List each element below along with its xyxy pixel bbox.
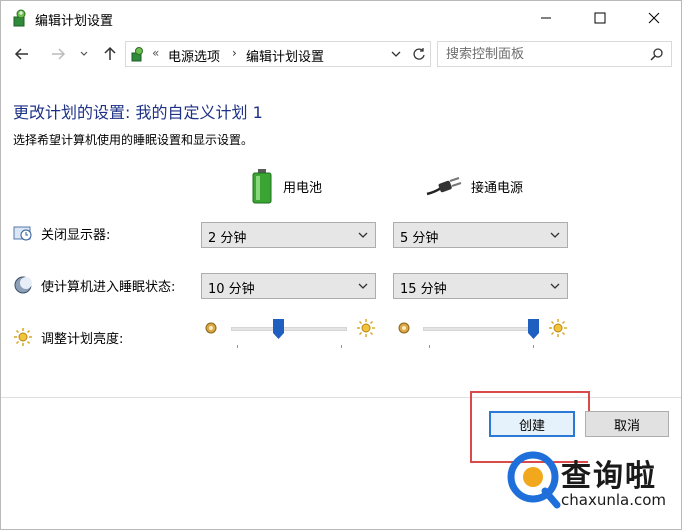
title-bar: 编辑计划设置 [1,1,681,35]
slider-tick [341,345,342,348]
column-plugged-in-label: 接通电源 [471,180,524,196]
slider-tick [237,345,238,348]
brightness-battery-slider[interactable] [231,319,347,351]
brightness-row-label: 调整计划亮度: [13,327,123,347]
close-icon [648,12,660,24]
battery-icon [252,169,272,204]
chevron-down-icon [358,283,368,289]
display-off-ac-select[interactable]: 5 分钟 [393,222,568,248]
sleep-ac-value: 15 分钟 [400,282,447,297]
power-plan-icon [13,9,26,27]
column-plugged-in: 接通电源 [425,167,523,205]
brightness-ac-thumb[interactable] [528,319,539,339]
moon-icon [14,276,32,294]
chevron-down-icon [550,232,560,238]
slider-tick [533,345,534,348]
forward-button[interactable] [47,43,69,65]
sleep-ac-select[interactable]: 15 分钟 [393,273,568,299]
power-options-icon [131,47,143,62]
search-box[interactable] [437,41,672,67]
chevron-down-icon [358,232,368,238]
chevron-down-icon [550,283,560,289]
minimize-button[interactable] [523,1,569,35]
breadcrumb-separator[interactable]: › [232,46,237,60]
brightness-battery-thumb[interactable] [273,319,284,339]
back-button[interactable] [11,43,33,65]
brightness-low-icon [398,322,410,334]
watermark-url: chaxunla.com [561,491,666,509]
search-input[interactable] [446,45,636,63]
breadcrumb-power-options[interactable]: 电源选项 [168,46,220,65]
watermark-text: 查询啦 [561,459,657,494]
breadcrumb-edit-plan[interactable]: 编辑计划设置 [246,46,324,65]
recent-locations-button[interactable] [77,43,91,65]
page-title: 更改计划的设置: 我的自定义计划 1 [13,103,263,122]
sleep-row-label: 使计算机进入睡眠状态: [13,275,175,295]
display-clock-icon [13,226,32,241]
column-battery-label: 用电池 [283,180,323,196]
chevron-down-icon [391,51,401,57]
arrow-left-icon [14,48,28,60]
navigation-bar: « 电源选项 › 编辑计划设置 [1,39,681,69]
address-bar[interactable]: « 电源选项 › 编辑计划设置 [125,41,431,67]
watermark: 查询啦 chaxunla.com [501,445,681,529]
column-battery: 用电池 [249,167,322,205]
breadcrumb-overflow[interactable]: « [152,46,159,60]
brightness-label: 调整计划亮度: [41,331,124,347]
brightness-high-icon [357,319,375,337]
brightness-high-icon [549,319,567,337]
refresh-icon [413,48,425,60]
watermark-logo-icon [507,451,561,509]
cancel-button[interactable]: 取消 [585,411,669,437]
create-button[interactable]: 创建 [489,411,575,437]
brightness-low-icon [205,322,217,334]
chevron-down-icon [80,51,88,56]
brightness-battery-track[interactable] [231,327,347,331]
minimize-icon [541,17,551,19]
page-description: 选择希望计算机使用的睡眠设置和显示设置。 [13,133,254,147]
address-dropdown-button[interactable] [388,46,404,62]
maximize-icon [594,12,606,24]
brightness-icon [14,328,32,346]
power-plug-icon [426,177,462,196]
display-off-battery-select[interactable]: 2 分钟 [201,222,376,248]
arrow-right-icon [52,48,66,60]
window-title: 编辑计划设置 [35,14,114,29]
display-off-ac-value: 5 分钟 [400,231,439,246]
maximize-button[interactable] [577,1,623,35]
brightness-ac-track[interactable] [423,327,539,331]
refresh-button[interactable] [410,45,428,63]
edit-plan-settings-window: 编辑计划设置 « 电源选项 › 编辑计划设置 搜索控制面板 更改计划的设置: 我… [0,0,682,530]
sleep-label: 使计算机进入睡眠状态: [41,279,176,295]
up-button[interactable] [99,43,121,65]
search-icon[interactable] [650,47,664,61]
slider-tick [429,345,430,348]
brightness-ac-slider[interactable] [423,319,539,351]
close-button[interactable] [631,1,677,35]
display-off-label: 关闭显示器: [41,227,111,243]
display-off-row-label: 关闭显示器: [13,223,110,243]
sleep-battery-value: 10 分钟 [208,282,255,297]
sleep-battery-select[interactable]: 10 分钟 [201,273,376,299]
display-off-battery-value: 2 分钟 [208,231,247,246]
arrow-up-icon [104,46,116,60]
